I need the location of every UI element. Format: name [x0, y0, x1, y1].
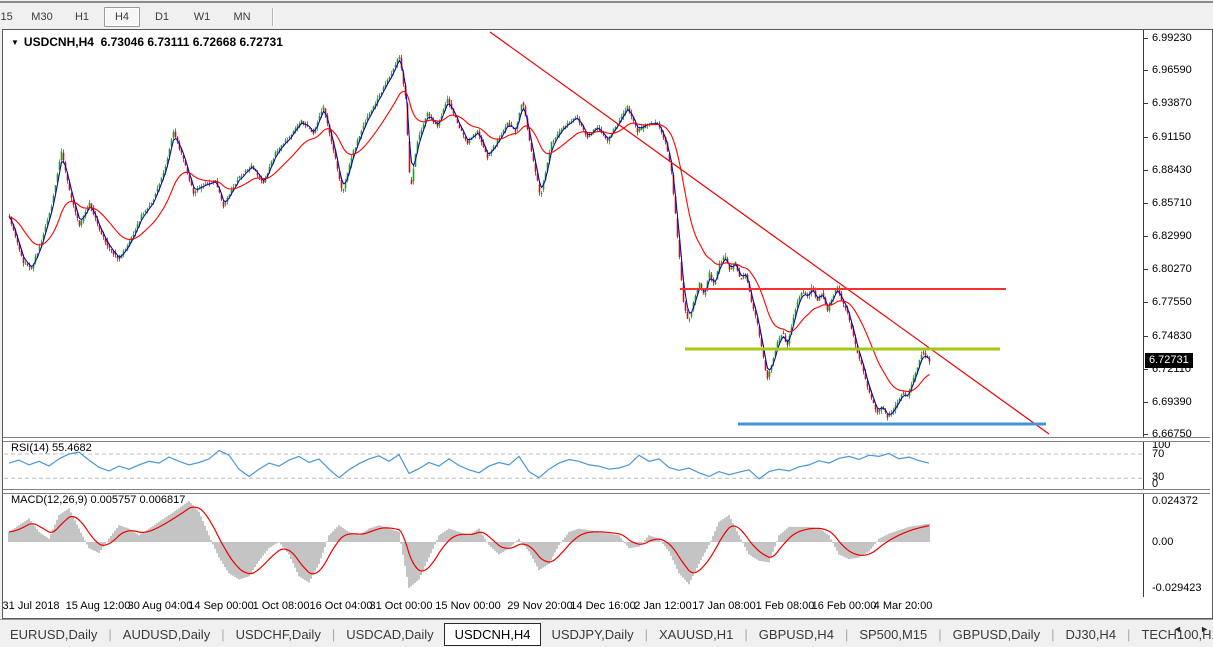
date-label: 16 Feb 00:00 — [812, 600, 877, 612]
date-label: 2 Jan 12:00 — [634, 600, 692, 612]
price-tick-label: 6.82990 — [1152, 230, 1192, 242]
price-tick-mark — [1144, 236, 1148, 237]
timeframe-button-M30[interactable]: M30 — [24, 7, 60, 27]
tab-DJ30-H4[interactable]: DJ30,H4 — [1055, 624, 1126, 645]
mt4-window: M15M30H1H4D1W1MN ▼ USDCNH,H4 6.73046 6.73… — [0, 0, 1213, 647]
price-tick-label: 6.99230 — [1152, 32, 1192, 44]
macd-label: MACD(12,26,9) 0.005757 0.006817 — [11, 494, 185, 506]
timeframe-button-H4[interactable]: H4 — [104, 7, 140, 27]
date-axis[interactable]: 31 Jul 2018 15 Aug 12:0030 Aug 04:0014 Se… — [3, 597, 1143, 616]
price-tick-mark — [1144, 203, 1148, 204]
macd-axis-label: 0.024372 — [1152, 495, 1198, 507]
ohlc-high: 6.73111 — [147, 35, 189, 49]
date-label: 15 Aug 12:00 — [66, 600, 131, 612]
ma-fast-line — [10, 61, 930, 415]
tab-AUDUSD-Daily[interactable]: AUDUSD,Daily — [113, 624, 220, 645]
timeframe-button-MN[interactable]: MN — [224, 7, 260, 27]
tab-USDJPY-Daily[interactable]: USDJPY,Daily — [541, 624, 643, 645]
price-tick-label: 6.80270 — [1152, 263, 1192, 275]
macd-axis-label: 0.00 — [1152, 536, 1173, 548]
date-label: 16 Oct 04:00 — [310, 600, 373, 612]
date-label: 14 Dec 16:00 — [570, 600, 635, 612]
price-tick-label: 6.77550 — [1152, 296, 1192, 308]
price-tick-label: 6.91150 — [1152, 131, 1191, 143]
price-tick-label: 6.93870 — [1152, 97, 1192, 109]
price-tick-mark — [1144, 269, 1148, 270]
date-label: 4 Mar 20:00 — [874, 600, 933, 612]
macd-axis-label: -0.029423 — [1152, 582, 1202, 594]
timeframe-button-H1[interactable]: H1 — [64, 7, 100, 27]
tab-scroll-right-icon[interactable]: ► — [1200, 624, 1209, 634]
price-tick-mark — [1144, 38, 1148, 39]
price-chart-pane[interactable] — [4, 31, 1143, 437]
chart-title: ▼ USDCNH,H4 6.73046 6.73111 6.72668 6.727… — [11, 35, 283, 49]
date-label: 17 Jan 08:00 — [692, 600, 756, 612]
tab-USDCHF-Daily[interactable]: USDCHF,Daily — [226, 624, 331, 645]
chart-symbol: USDCNH,H4 — [24, 35, 94, 49]
ohlc-open: 6.73046 — [101, 35, 144, 49]
pane-separator[interactable] — [3, 437, 1210, 442]
chart-tab-bar: EURUSD,Daily|AUDUSD,Daily|USDCHF,Daily|U… — [0, 619, 1213, 647]
macd-main-value: 0.005757 — [90, 494, 136, 506]
tab-USDCNH-H4[interactable]: USDCNH,H4 — [444, 623, 542, 646]
rsi-value: 55.4682 — [52, 442, 92, 454]
macd-histogram — [8, 501, 930, 588]
timeframe-toolbar: M15M30H1H4D1W1MN — [0, 5, 1213, 29]
macd-pane[interactable] — [4, 492, 1143, 597]
date-label: 14 Sep 00:00 — [188, 600, 253, 612]
macd-signal-value: 0.006817 — [139, 494, 185, 506]
pane-separator[interactable] — [3, 489, 1210, 494]
price-tick-mark — [1144, 170, 1148, 171]
price-tick-mark — [1144, 434, 1148, 435]
tab-GBPUSD-H4[interactable]: GBPUSD,H4 — [749, 624, 844, 645]
date-label: 1 Oct 08:00 — [253, 600, 310, 612]
price-tick-mark — [1144, 336, 1148, 337]
tab-scroll-buttons: ◄ ► — [1173, 624, 1209, 634]
chart-dropdown-caret[interactable]: ▼ — [11, 38, 19, 47]
rsi-pane[interactable] — [4, 440, 1143, 489]
price-tick-mark — [1144, 302, 1148, 303]
price-tick-mark — [1144, 103, 1148, 104]
ohlc-close: 6.72731 — [239, 35, 282, 49]
rsi-line — [9, 450, 929, 479]
date-label: 31 Jul 2018 — [3, 600, 60, 612]
price-axis[interactable]: 6.99230 6.96590 6.93870 6.91150 6.88430 6.857… — [1143, 30, 1211, 597]
ohlc-low: 6.72668 — [193, 35, 236, 49]
ma-slow-line — [10, 91, 930, 391]
price-tick-mark — [1144, 402, 1148, 403]
candles-layer — [9, 55, 931, 421]
date-label: 29 Nov 20:00 — [507, 600, 572, 612]
timeframe-button-D1[interactable]: D1 — [144, 7, 180, 27]
timeframe-button-M15[interactable]: M15 — [0, 7, 20, 27]
tab-USDCAD-Daily[interactable]: USDCAD,Daily — [336, 624, 443, 645]
current-price-badge: 6.72731 — [1145, 353, 1193, 368]
rsi-axis-label: 70 — [1152, 448, 1164, 460]
price-tick-label: 6.88430 — [1152, 164, 1192, 176]
date-label: 31 Oct 00:00 — [370, 600, 433, 612]
price-tick-mark — [1144, 369, 1148, 370]
rsi-label: RSI(14) 55.4682 — [11, 442, 92, 454]
tab-scroll-left-icon[interactable]: ◄ — [1173, 624, 1182, 634]
chart-window: ▼ USDCNH,H4 6.73046 6.73111 6.72668 6.727… — [2, 29, 1213, 619]
date-label: 15 Nov 00:00 — [435, 600, 500, 612]
price-tick-label: 6.85710 — [1152, 197, 1192, 209]
price-tick-mark — [1144, 70, 1148, 71]
price-tick-label: 6.74830 — [1152, 330, 1192, 342]
tab-SP500-M15[interactable]: SP500,M15 — [849, 624, 937, 645]
price-tick-label: 6.96590 — [1152, 64, 1192, 76]
price-tick-mark — [1144, 137, 1148, 138]
date-label: 1 Feb 08:00 — [756, 600, 815, 612]
price-tick-label: 6.69390 — [1152, 396, 1192, 408]
timeframe-button-W1[interactable]: W1 — [184, 7, 220, 27]
tab-GBPUSD-Daily[interactable]: GBPUSD,Daily — [943, 624, 1050, 645]
tab-EURUSD-Daily[interactable]: EURUSD,Daily — [0, 624, 107, 645]
date-label: 30 Aug 04:00 — [128, 600, 193, 612]
tab-XAUUSD-H1[interactable]: XAUUSD,H1 — [649, 624, 743, 645]
toolbar-separator — [272, 8, 274, 26]
